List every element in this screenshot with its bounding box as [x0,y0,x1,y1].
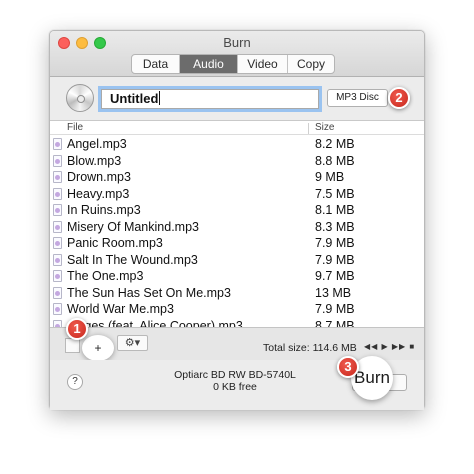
file-name: Blow.mp3 [67,153,122,168]
mp3-file-icon [53,237,62,249]
table-row[interactable]: The One.mp3 9.7 MB [50,268,424,285]
file-name: The Sun Has Set On Me.mp3 [67,285,231,300]
file-size: 9.7 MB [315,269,355,283]
file-size: 9 MB [315,170,345,184]
remove-file-button[interactable] [65,338,80,353]
disc-title-value: Untitled [110,91,159,106]
add-file-button[interactable]: + [82,335,114,361]
tab-bar: Data Audio Video Copy [131,54,335,74]
table-row[interactable]: Angel.mp3 8.2 MB [50,136,424,153]
file-rows: Angel.mp3 8.2 MB Blow.mp3 8.8 MB Drown.mp3… [50,136,424,327]
callout-badge-2: 2 [388,87,410,109]
playback-controls[interactable]: ◀◀ ▶ ▶▶ ■ [364,342,415,351]
file-name: Drown.mp3 [67,170,131,184]
file-size: 8.8 MB [315,153,355,168]
file-name: World War Me.mp3 [67,302,174,316]
tab-video[interactable]: Video [238,55,288,73]
table-row[interactable]: ...ages (feat. Alice Cooper).mp3 8.7 MB [50,318,424,328]
callout-badge-1: 1 [66,318,88,340]
file-size: 7.9 MB [315,302,355,316]
table-row[interactable]: Misery Of Mankind.mp3 8.3 MB [50,219,424,236]
disc-format-button[interactable]: MP3 Disc [327,89,388,107]
table-row[interactable]: World War Me.mp3 7.9 MB [50,301,424,318]
total-size-label: Total size: 114.6 MB [263,342,357,354]
file-list[interactable]: File Size Angel.mp3 8.2 MB Blow.mp3 8.8 MB… [50,120,424,327]
file-name: Salt In The Wound.mp3 [67,252,198,267]
mp3-file-icon [53,270,62,282]
mp3-file-icon [53,253,62,266]
title-bar: Burn Data Audio Video Copy [50,31,424,77]
file-list-header: File Size [50,121,424,135]
table-row[interactable]: Panic Room.mp3 7.9 MB [50,235,424,252]
file-size: 8.7 MB [315,318,355,328]
tab-audio[interactable]: Audio [180,55,238,73]
table-row[interactable]: Salt In The Wound.mp3 7.9 MB [50,252,424,269]
help-button[interactable]: ? [67,374,83,390]
mp3-file-icon [53,171,62,183]
table-row[interactable]: Drown.mp3 9 MB [50,169,424,186]
file-name: ...ages (feat. Alice Cooper).mp3 [67,318,243,328]
audio-disc-icon [66,84,94,112]
table-row[interactable]: In Ruins.mp3 8.1 MB [50,202,424,219]
file-size: 13 MB [315,285,352,300]
column-divider [308,123,309,134]
mp3-file-icon [53,138,62,150]
column-header-size[interactable]: Size [315,121,334,134]
table-row[interactable]: Blow.mp3 8.8 MB [50,153,424,170]
tab-copy[interactable]: Copy [288,55,334,73]
file-size: 7.9 MB [315,252,355,267]
tab-data[interactable]: Data [132,55,180,73]
mp3-file-icon [53,220,62,233]
file-size: 8.3 MB [315,219,355,234]
table-row[interactable]: Heavy.mp3 7.5 MB [50,186,424,203]
file-name: Heavy.mp3 [67,186,130,201]
drive-name: Optiarc BD RW BD-5740L [174,369,296,381]
text-caret [159,91,161,105]
drive-free-space: 0 KB free [213,381,257,393]
file-size: 8.1 MB [315,203,355,217]
file-name: Angel.mp3 [67,137,127,151]
callout-badge-3: 3 [337,356,359,378]
file-name: Panic Room.mp3 [67,236,163,250]
file-size: 8.2 MB [315,137,355,151]
disc-title-field[interactable]: Untitled [101,89,319,109]
mp3-file-icon [53,187,62,200]
mp3-file-icon [53,204,62,216]
file-size: 7.5 MB [315,186,355,201]
window-title: Burn [223,35,251,50]
file-name: The One.mp3 [67,269,144,283]
file-size: 7.9 MB [315,236,355,250]
mp3-file-icon [53,154,62,167]
gear-menu-button[interactable]: ⚙▾ [117,335,148,351]
table-row[interactable]: The Sun Has Set On Me.mp3 13 MB [50,285,424,302]
column-header-file[interactable]: File [67,121,83,134]
mp3-file-icon [53,319,62,327]
file-name: In Ruins.mp3 [67,203,141,217]
file-name: Misery Of Mankind.mp3 [67,219,199,234]
mp3-file-icon [53,286,62,299]
mp3-file-icon [53,303,62,315]
